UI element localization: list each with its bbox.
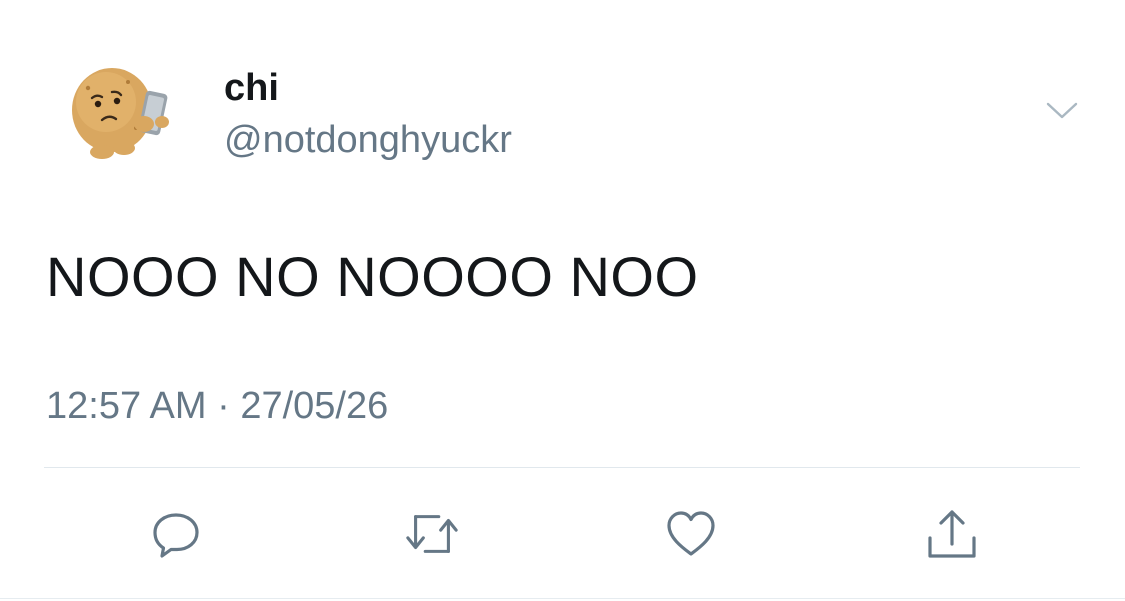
- retweet-icon: [406, 515, 458, 553]
- reply-icon: [153, 513, 199, 558]
- reply-button[interactable]: [148, 506, 204, 562]
- more-options-button[interactable]: [1042, 96, 1082, 124]
- like-button[interactable]: [663, 506, 719, 562]
- avatar[interactable]: [66, 62, 178, 166]
- tweet-timestamp[interactable]: 12:57 AM · 27/05/26: [46, 383, 388, 429]
- retweet-button[interactable]: [404, 506, 460, 562]
- user-handle[interactable]: @notdonghyuckr: [224, 118, 512, 162]
- heart-icon: [667, 511, 715, 556]
- divider: [44, 467, 1080, 468]
- display-name[interactable]: chi: [224, 66, 279, 110]
- share-icon: [928, 510, 976, 558]
- chevron-down-icon: [1046, 102, 1078, 119]
- potato-phone-avatar-icon: [72, 68, 169, 159]
- tweet-text: NOOO NO NOOOO NOO: [46, 245, 699, 308]
- bottom-divider: [0, 598, 1125, 599]
- tweet-card: chi @notdonghyuckr NOOO NO NOOOO NOO 12:…: [0, 0, 1125, 601]
- share-button[interactable]: [924, 506, 980, 562]
